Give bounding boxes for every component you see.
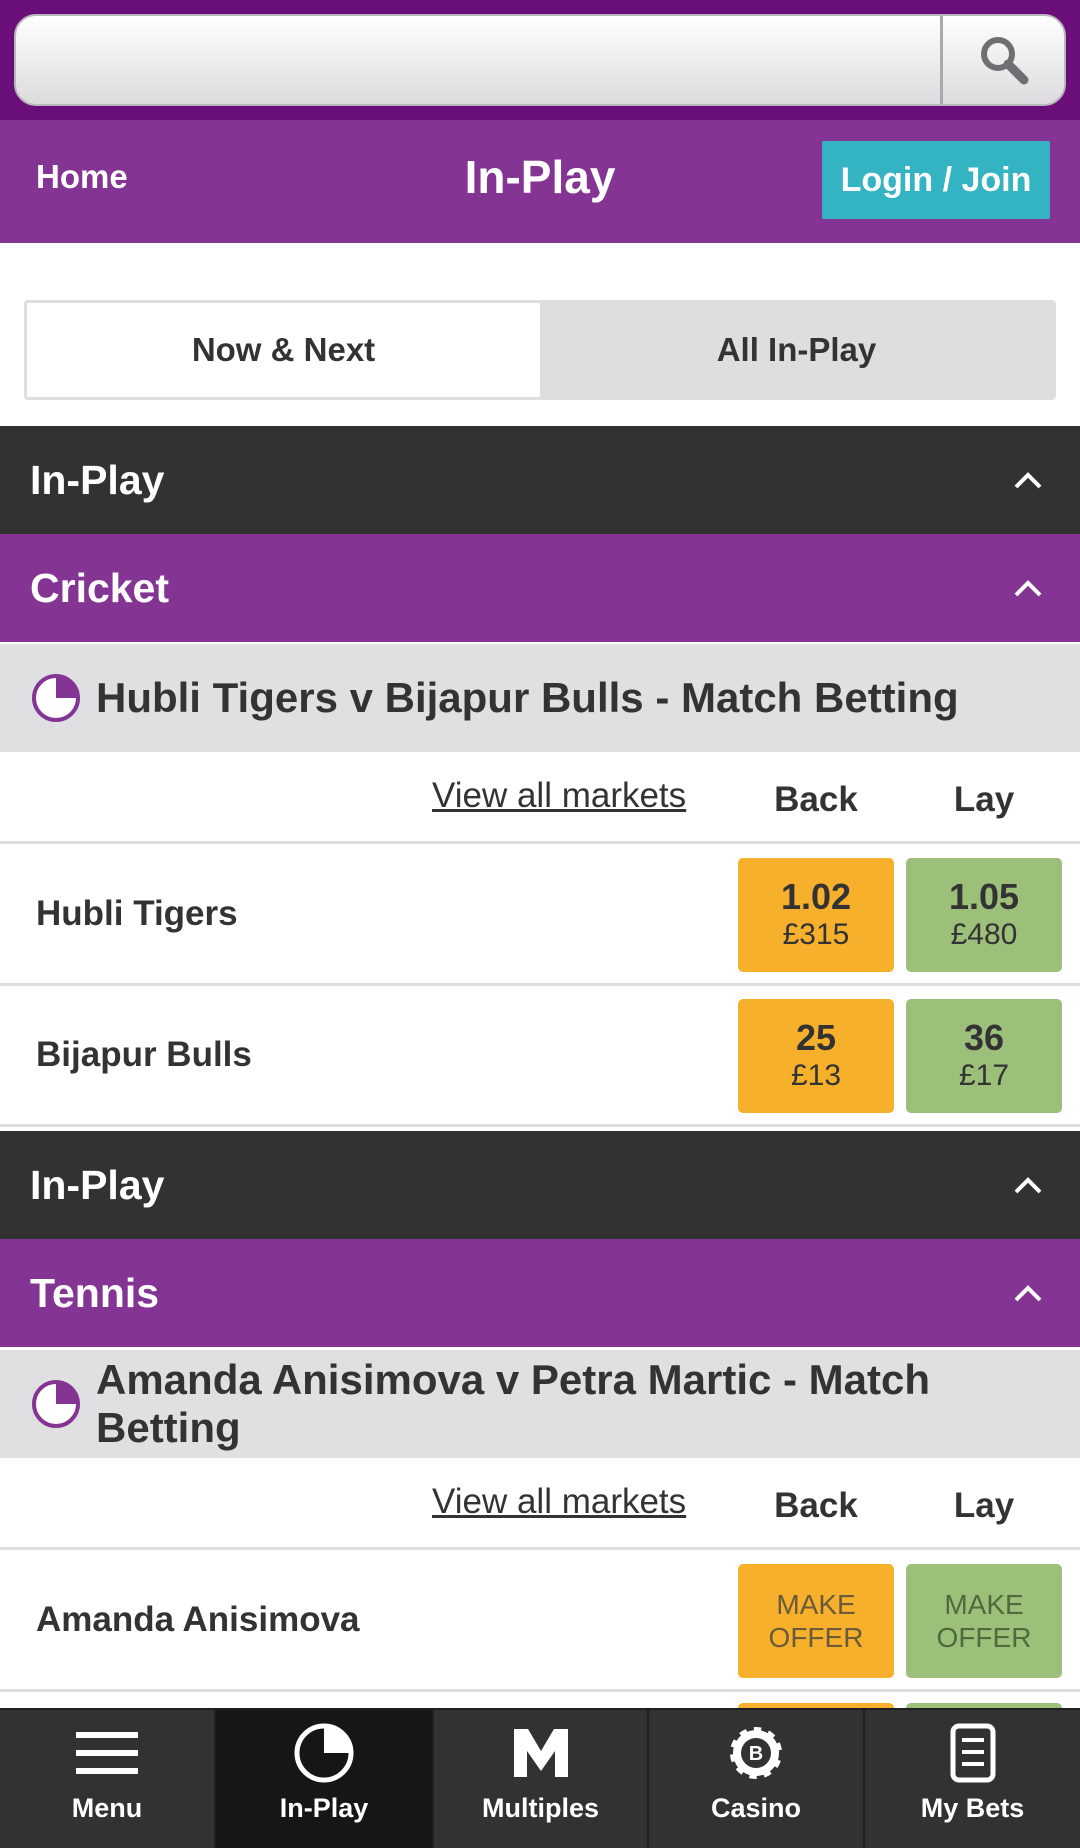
event-title: Amanda Anisimova v Petra Martic - Match … — [96, 1356, 931, 1451]
svg-text:B: B — [749, 1743, 763, 1765]
hamburger-menu-icon — [76, 1732, 138, 1774]
bottom-nav-label: Multiples — [481, 1793, 599, 1823]
in-play-clock-icon — [32, 1380, 80, 1428]
bottom-nav-label: Menu — [71, 1793, 143, 1823]
casino-chip-icon: B — [728, 1725, 784, 1781]
bottom-nav-multiples[interactable]: Multiples — [434, 1710, 649, 1848]
back-odds-button[interactable]: 1.02 £315 — [738, 858, 894, 972]
make-offer-line: MAKE — [944, 1589, 1024, 1620]
lay-column-label: Lay — [953, 1486, 1015, 1525]
in-play-clock-icon — [32, 674, 80, 722]
top-nav: Home In-Play Login / Join — [0, 120, 1080, 243]
chevron-up-icon — [1014, 472, 1042, 489]
login-join-button[interactable]: Login / Join — [822, 141, 1050, 219]
back-column-label: Back — [774, 780, 858, 819]
lay-odds-button[interactable]: 1.05 £480 — [906, 858, 1062, 972]
search-box — [14, 14, 1066, 106]
event-header[interactable]: Hubli Tigers v Bijapur Bulls - Match Bet… — [0, 644, 1080, 752]
back-make-offer-button[interactable]: MAKE OFFER — [738, 1564, 894, 1678]
lay-odds-button[interactable]: 36 £17 — [906, 999, 1062, 1113]
lay-price: 1.05 — [948, 876, 1020, 917]
view-all-markets-link[interactable]: View all markets — [432, 776, 686, 816]
m-letter-icon — [513, 1729, 568, 1777]
runner-name: Bijapur Bulls — [36, 1035, 252, 1074]
lay-stake: £17 — [958, 1059, 1010, 1092]
back-stake: £315 — [782, 918, 850, 951]
runner-row: Amanda Anisimova MAKE OFFER MAKE OFFER — [0, 1552, 1080, 1692]
event-title: Hubli Tigers v Bijapur Bulls - Match Bet… — [96, 674, 959, 721]
view-all-markets-link[interactable]: View all markets — [432, 1482, 686, 1522]
section-title: In-Play — [30, 1161, 165, 1208]
back-stake: £13 — [790, 1059, 842, 1092]
runner-row: Bijapur Bulls 25 £13 36 £17 — [0, 987, 1080, 1127]
event-header[interactable]: Amanda Anisimova v Petra Martic - Match … — [0, 1350, 1080, 1458]
bet-slip-icon — [950, 1723, 995, 1783]
runner-name: Hubli Tigers — [36, 894, 238, 933]
view-toggle: Now & Next All In-Play — [24, 300, 1056, 400]
make-offer-line: MAKE — [776, 1589, 856, 1620]
back-price: 25 — [795, 1017, 837, 1058]
sport-title: Tennis — [30, 1269, 160, 1316]
chevron-up-icon — [1014, 1177, 1042, 1194]
search-header — [0, 0, 1080, 120]
back-column-label: Back — [774, 1486, 858, 1525]
bottom-nav-label: My Bets — [920, 1793, 1025, 1823]
bottom-nav-my-bets[interactable]: My Bets — [865, 1710, 1080, 1848]
back-price: 1.02 — [780, 876, 852, 917]
market-header: View all markets Back Lay — [0, 1458, 1080, 1550]
search-button[interactable] — [940, 16, 1064, 104]
section-title: In-Play — [30, 456, 165, 503]
market-header: View all markets Back Lay — [0, 752, 1080, 844]
bottom-nav-label: In-Play — [279, 1793, 369, 1823]
back-odds-button[interactable]: 25 £13 — [738, 999, 894, 1113]
lay-price: 36 — [963, 1017, 1005, 1058]
sport-title: Cricket — [30, 564, 170, 611]
clock-pie-icon — [294, 1723, 354, 1783]
bottom-nav-in-play[interactable]: In-Play — [216, 1710, 434, 1848]
search-icon — [980, 37, 1028, 85]
in-play-section-header[interactable]: In-Play — [0, 1131, 1080, 1239]
bottom-nav-menu[interactable]: Menu — [0, 1710, 216, 1848]
lay-make-offer-button[interactable]: MAKE OFFER — [906, 1564, 1062, 1678]
tab-now-next[interactable]: Now & Next — [27, 303, 540, 397]
tab-all-in-play[interactable]: All In-Play — [540, 303, 1053, 397]
make-offer-line: OFFER — [936, 1622, 1032, 1653]
make-offer-line: OFFER — [768, 1622, 864, 1653]
chevron-up-icon — [1014, 1285, 1042, 1302]
runner-row: Hubli Tigers 1.02 £315 1.05 £480 — [0, 846, 1080, 986]
home-link[interactable]: Home — [36, 158, 128, 196]
chevron-up-icon — [1014, 580, 1042, 597]
in-play-section-header[interactable]: In-Play — [0, 426, 1080, 534]
runner-name: Amanda Anisimova — [36, 1600, 360, 1639]
bottom-nav-label: Casino — [710, 1793, 802, 1823]
bottom-nav-casino[interactable]: B Casino — [649, 1710, 865, 1848]
lay-column-label: Lay — [953, 780, 1015, 819]
lay-stake: £480 — [950, 918, 1018, 951]
search-input[interactable] — [28, 24, 948, 96]
sport-header-tennis[interactable]: Tennis — [0, 1239, 1080, 1347]
bottom-nav: Menu In-Play Multiples B Casino My Bets — [0, 1708, 1080, 1848]
sport-header-cricket[interactable]: Cricket — [0, 534, 1080, 642]
